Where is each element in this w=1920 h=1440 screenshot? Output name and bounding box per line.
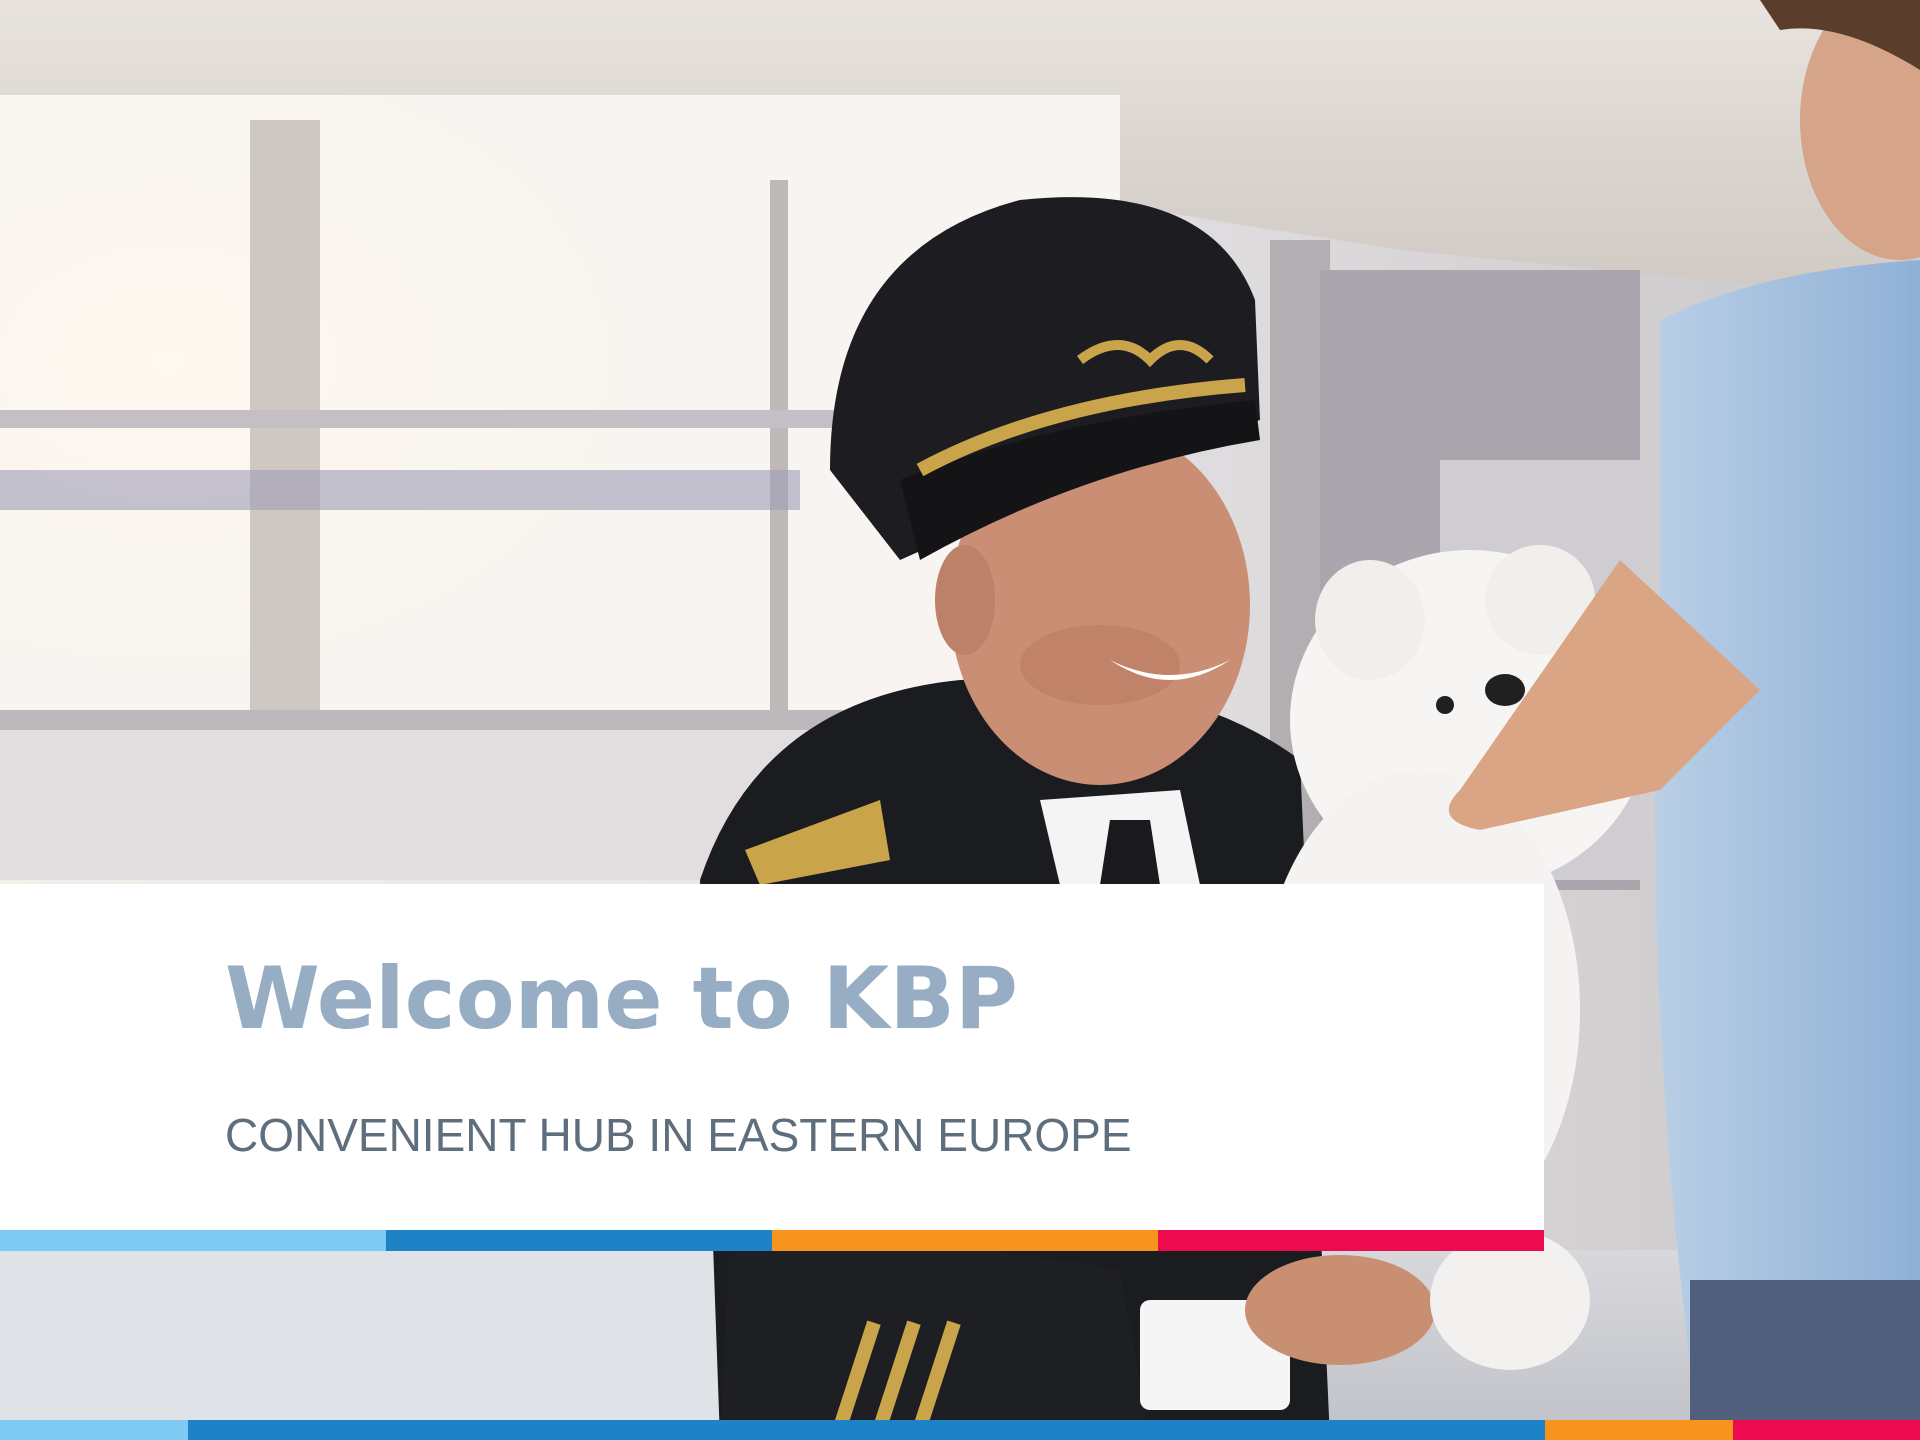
subheadline: CONVENIENT HUB IN EASTERN EUROPE xyxy=(225,1109,1132,1161)
bottom-stripe-orange xyxy=(1545,1420,1733,1440)
stripe-segment-pink xyxy=(1158,1230,1544,1251)
stripe-segment-blue xyxy=(386,1230,772,1251)
bottom-stripe-light-blue xyxy=(0,1420,188,1440)
bottom-color-stripe xyxy=(0,1420,1920,1440)
bottom-stripe-pink xyxy=(1733,1420,1920,1440)
card-color-stripe xyxy=(0,1230,1544,1251)
headline: Welcome to KBP xyxy=(225,949,1018,1049)
slide: Welcome to KBP CONVENIENT HUB IN EASTERN… xyxy=(0,0,1920,1440)
title-card xyxy=(0,884,1544,1230)
stripe-segment-orange xyxy=(772,1230,1158,1251)
stripe-segment-light-blue xyxy=(0,1230,386,1251)
bottom-stripe-blue xyxy=(188,1420,1545,1440)
